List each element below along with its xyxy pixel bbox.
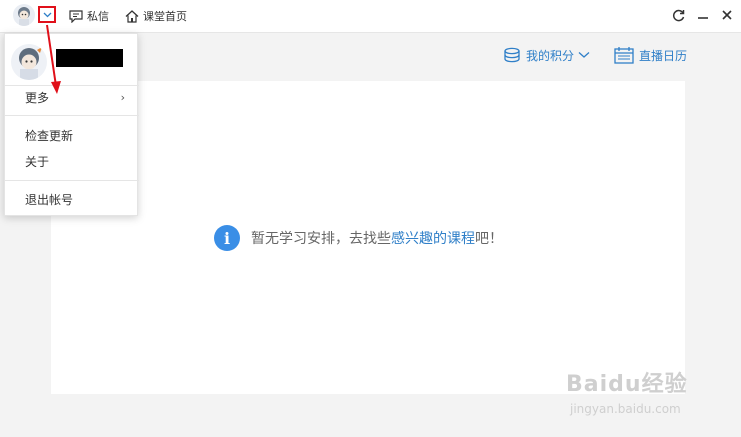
user-avatar[interactable] [13,4,35,26]
minimize-icon [698,17,708,19]
menu-divider [5,180,139,181]
menu-item-label: 关于 [25,154,50,169]
home-label: 课堂首页 [143,10,187,23]
message-icon [69,9,83,23]
my-points-button[interactable]: 我的积分 [503,45,590,65]
watermark-url: jingyan.baidu.com [570,402,681,416]
menu-divider [5,115,139,116]
menu-avatar [11,44,47,80]
menu-item-label: 检查更新 [25,128,74,143]
refresh-icon [672,9,684,21]
menu-item-label: 退出帐号 [25,192,74,207]
messages-link[interactable]: 私信 [69,7,109,25]
my-points-label: 我的积分 [526,48,575,63]
live-calendar-button[interactable]: 直播日历 [614,45,687,65]
empty-state-text: 暂无学习安排，去找些 [251,231,391,247]
menu-item-label: 更多 [25,90,50,105]
home-icon [125,9,139,23]
info-icon: i [214,225,240,251]
chevron-right-icon: › [120,90,125,104]
avatar-cartoon-icon [19,47,42,80]
menu-item-logout[interactable]: 退出帐号 [5,187,139,211]
interesting-courses-link[interactable]: 感兴趣的课程 [391,228,475,248]
empty-state-message: i 暂无学习安排，去找些 感兴趣的课程 吧！ [214,224,503,252]
close-icon [722,10,732,20]
refresh-button[interactable] [669,6,687,24]
menu-item-about[interactable]: 关于 [5,149,139,173]
live-calendar-label: 直播日历 [639,48,688,63]
coins-icon [504,47,520,63]
user-dropdown-menu: 更多 › 检查更新 关于 退出帐号 [4,33,139,216]
chevron-down-icon [578,52,590,58]
menu-item-more[interactable]: 更多 › [5,85,139,109]
minimize-button[interactable] [694,6,712,24]
baidu-watermark: Baidu经验 jingyan.baidu.com [560,356,740,426]
chevron-down-icon [43,12,51,17]
messages-label: 私信 [87,10,109,23]
title-bar: 私信 课堂首页 [0,0,741,33]
menu-item-check-update[interactable]: 检查更新 [5,123,139,147]
empty-state-suffix: 吧！ [475,231,503,247]
watermark-brand: Baidu经验 [566,372,688,397]
home-link[interactable]: 课堂首页 [125,7,187,25]
close-button[interactable] [718,6,736,24]
redacted-username [56,49,123,67]
calendar-icon [614,47,634,64]
user-dropdown-button[interactable] [38,6,56,23]
avatar-cartoon-icon [18,7,30,26]
